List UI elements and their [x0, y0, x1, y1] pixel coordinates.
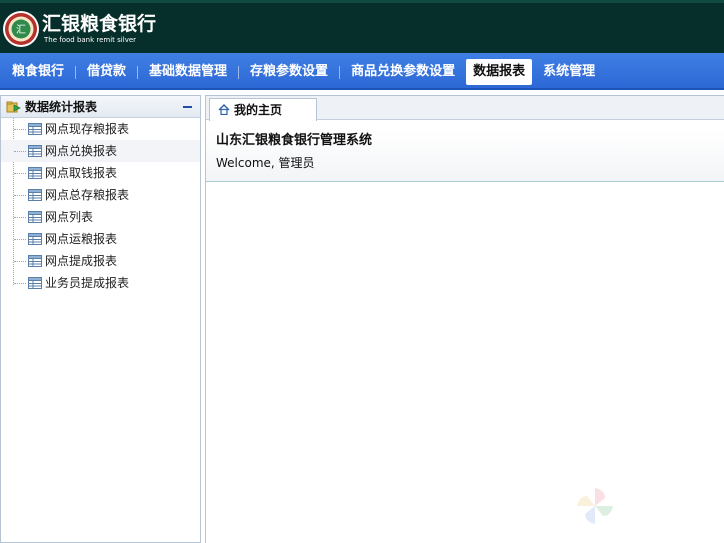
tree-item-label: 网点提成报表 [45, 254, 118, 268]
tree-item-exchange-report[interactable]: 网点兑换报表 [1, 140, 200, 162]
nav-item-base-data[interactable]: 基础数据管理 [142, 59, 234, 85]
svg-text:汇: 汇 [16, 23, 26, 36]
nav-item-loans[interactable]: 借贷款 [80, 59, 133, 85]
nav-item-grain-bank[interactable]: 粮食银行 [5, 59, 71, 85]
main-nav: 粮食银行 借贷款 基础数据管理 存粮参数设置 商品兑换参数设置 数据报表 系统管… [0, 53, 724, 90]
tree-branch [14, 239, 26, 240]
report-folder-icon [6, 101, 21, 113]
tree-branch [14, 151, 26, 152]
tree-branch [14, 195, 26, 196]
tree-branch [14, 217, 26, 218]
sidebar: 数据统计报表 网点现存粮报表 网点兑换报表 网点取钱报表 网点总存粮报表 网点列… [0, 95, 201, 543]
nav-item-storage-params[interactable]: 存粮参数设置 [243, 59, 335, 85]
tree-item-label: 网点列表 [45, 210, 94, 224]
tree-branch [14, 261, 26, 262]
tree-item-label: 网点兑换报表 [45, 144, 118, 158]
tree-item-label: 网点总存粮报表 [45, 188, 130, 202]
tree-item-transport-report[interactable]: 网点运粮报表 [1, 228, 200, 250]
sidebar-title: 数据统计报表 [25, 100, 98, 114]
nav-list: 粮食银行 借贷款 基础数据管理 存粮参数设置 商品兑换参数设置 数据报表 系统管… [5, 59, 602, 85]
pinwheel-watermark-icon [577, 488, 613, 524]
system-title: 山东汇银粮食银行管理系统 [216, 133, 373, 148]
brand-title: 汇银粮食银行 [42, 13, 157, 35]
table-icon [28, 167, 42, 179]
nav-item-system[interactable]: 系统管理 [536, 59, 602, 85]
table-icon [28, 255, 42, 267]
home-icon [218, 104, 230, 115]
tree-branch [14, 173, 26, 174]
minus-icon[interactable] [183, 106, 192, 108]
tree-item-label: 网点取钱报表 [45, 166, 118, 180]
table-icon [28, 277, 42, 289]
tree-branch [14, 129, 26, 130]
main-panel: 我的主页 山东汇银粮食银行管理系统 Welcome, 管理员 [205, 95, 724, 543]
welcome-panel: 山东汇银粮食银行管理系统 Welcome, 管理员 [206, 130, 724, 182]
nav-item-exchange-params[interactable]: 商品兑换参数设置 [344, 59, 462, 85]
tree-item-withdraw-report[interactable]: 网点取钱报表 [1, 162, 200, 184]
tab-label: 我的主页 [234, 103, 283, 117]
nav-separator [238, 65, 240, 79]
table-icon [28, 123, 42, 135]
welcome-message: Welcome, 管理员 [216, 156, 315, 170]
table-icon [28, 189, 42, 201]
app-header: 汇 汇银粮食银行 The food bank remit silver [0, 0, 724, 53]
brand-subtitle: The food bank remit silver [44, 36, 137, 44]
report-tree: 网点现存粮报表 网点兑换报表 网点取钱报表 网点总存粮报表 网点列表 网点运粮报… [1, 118, 200, 294]
table-icon [28, 145, 42, 157]
table-icon [28, 211, 42, 223]
bank-logo-icon: 汇 [3, 11, 39, 47]
tree-item-label: 网点现存粮报表 [45, 122, 130, 136]
tab-my-home[interactable]: 我的主页 [209, 98, 317, 121]
tree-item-current-stock-report[interactable]: 网点现存粮报表 [1, 118, 200, 140]
tree-item-label: 网点运粮报表 [45, 232, 118, 246]
tree-item-label: 业务员提成报表 [45, 276, 130, 290]
tree-branch [14, 283, 26, 284]
nav-separator [339, 65, 341, 79]
table-icon [28, 233, 42, 245]
nav-separator [75, 65, 77, 79]
tree-item-salesman-commission-report[interactable]: 业务员提成报表 [1, 272, 200, 294]
sidebar-header[interactable]: 数据统计报表 [1, 96, 200, 118]
tab-bar: 我的主页 [206, 96, 724, 121]
nav-separator [137, 65, 139, 79]
tree-item-total-stock-report[interactable]: 网点总存粮报表 [1, 184, 200, 206]
tree-item-commission-report[interactable]: 网点提成报表 [1, 250, 200, 272]
nav-item-data-reports[interactable]: 数据报表 [466, 59, 533, 85]
tree-item-outlet-list[interactable]: 网点列表 [1, 206, 200, 228]
